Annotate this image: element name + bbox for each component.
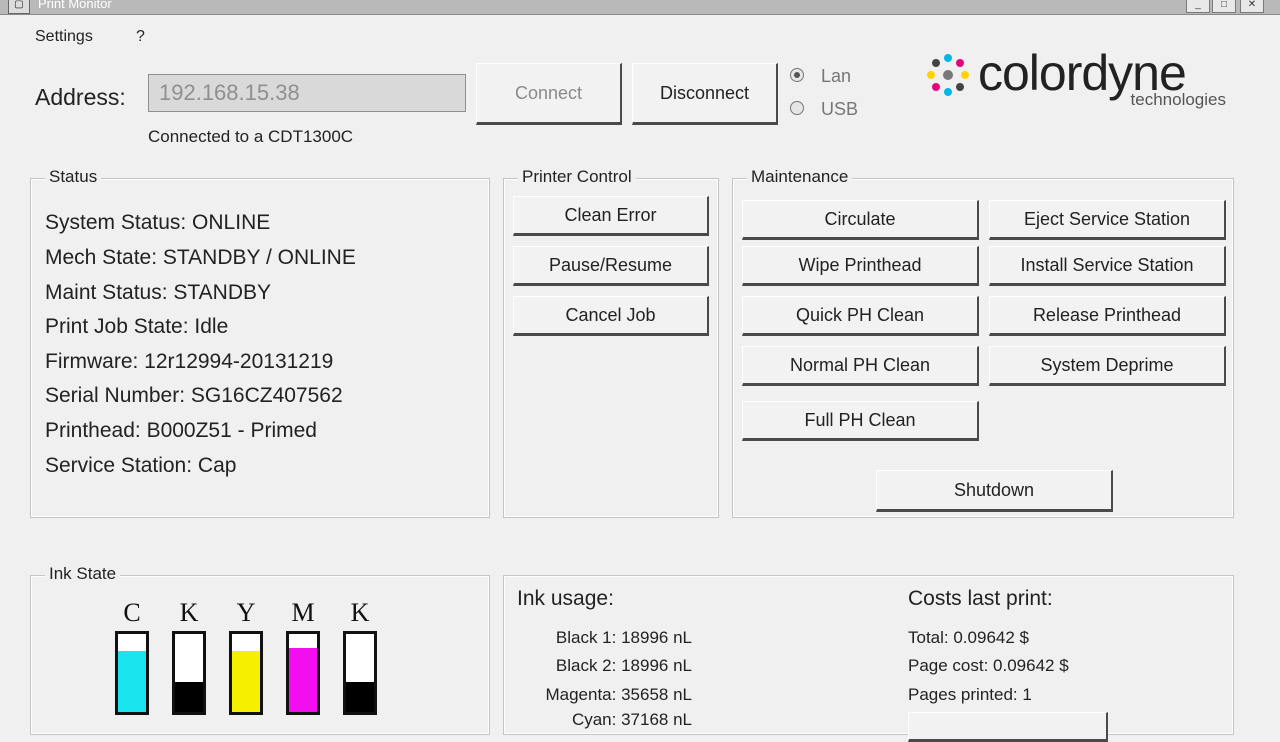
system-status-line: System Status: ONLINE <box>45 211 271 234</box>
eject-service-station-button[interactable]: Eject Service Station <box>989 200 1226 240</box>
firmware-line: Firmware: 12r12994-20131219 <box>45 350 334 373</box>
ink-usage-group: Ink usage: Black 1: 18996 nL Black 2: 18… <box>503 575 1234 742</box>
ink-usage-title: Ink usage: <box>517 587 614 610</box>
ink-level-fill <box>175 682 203 712</box>
connect-button[interactable]: Connect <box>476 63 622 125</box>
address-field[interactable] <box>148 74 466 112</box>
ink-level-tube <box>343 631 377 715</box>
disconnect-button[interactable]: Disconnect <box>632 63 778 125</box>
ink-letter: K <box>350 598 370 627</box>
address-label: Address: <box>35 84 126 110</box>
printhead-line: Printhead: B000Z51 - Primed <box>45 419 317 442</box>
wipe-printhead-button[interactable]: Wipe Printhead <box>742 246 979 286</box>
lan-radio[interactable] <box>790 68 804 82</box>
costs-action-button[interactable] <box>908 712 1108 742</box>
lan-radio-label: Lan <box>821 66 852 86</box>
printer-control-title: Printer Control <box>518 167 636 187</box>
maint-status-line: Maint Status: STANDBY <box>45 281 272 304</box>
maximize-icon[interactable]: □ <box>1212 0 1236 13</box>
ink-state-title: Ink State <box>45 564 121 584</box>
title-bar: ▢ Print Monitor _ □ ✕ <box>0 0 1280 15</box>
connection-status-text: Connected to a CDT1300C <box>148 127 354 146</box>
usb-radio[interactable] <box>790 101 804 115</box>
window-title: Print Monitor <box>38 0 112 11</box>
maintenance-group: Maintenance Circulate Wipe Printhead Qui… <box>732 167 1234 518</box>
ink-usage-magenta: Magenta: 35658 nL <box>545 685 692 704</box>
usb-radio-label: USB <box>821 99 859 119</box>
ink-level-fill <box>118 651 146 712</box>
cost-total: Total: 0.09642 $ <box>908 628 1029 647</box>
logo-subtitle: technologies <box>1130 90 1226 109</box>
ink-state-group: Ink State C K Y M K <box>30 564 490 735</box>
maintenance-title: Maintenance <box>747 167 853 187</box>
pause-resume-button[interactable]: Pause/Resume <box>513 246 709 286</box>
circulate-button[interactable]: Circulate <box>742 200 979 240</box>
cost-page: Page cost: 0.09642 $ <box>908 656 1069 675</box>
status-group-title: Status <box>45 167 102 187</box>
ink-level-fill <box>346 682 374 712</box>
ink-level-tube <box>229 631 263 715</box>
serial-number-line: Serial Number: SG16CZ407562 <box>45 384 343 407</box>
ink-level-tube <box>115 631 149 715</box>
ink-letter: M <box>291 598 315 627</box>
printer-control-group: Printer Control Clean Error Pause/Resume… <box>503 167 719 518</box>
ink-usage-cyan: Cyan: 37168 nL <box>571 710 692 729</box>
clean-error-button[interactable]: Clean Error <box>513 196 709 236</box>
menu-settings[interactable]: Settings <box>35 28 93 46</box>
logo-dots-icon <box>927 54 969 96</box>
normal-ph-clean-button[interactable]: Normal PH Clean <box>742 346 979 386</box>
cancel-job-button[interactable]: Cancel Job <box>513 296 709 336</box>
ink-letter: Y <box>236 598 256 627</box>
shutdown-button[interactable]: Shutdown <box>876 470 1113 512</box>
ink-letter: K <box>179 598 199 627</box>
ink-letter: C <box>123 598 141 627</box>
pages-printed: Pages printed: 1 <box>908 685 1032 704</box>
system-deprime-button[interactable]: System Deprime <box>989 346 1226 386</box>
ink-level-fill <box>232 651 260 712</box>
status-group: Status System Status: ONLINE Mech State:… <box>30 167 490 518</box>
minimize-icon[interactable]: _ <box>1186 0 1210 13</box>
quick-ph-clean-button[interactable]: Quick PH Clean <box>742 296 979 336</box>
ink-level-tube <box>286 631 320 715</box>
install-service-station-button[interactable]: Install Service Station <box>989 246 1226 286</box>
close-icon[interactable]: ✕ <box>1240 0 1264 13</box>
ink-usage-black1: Black 1: 18996 nL <box>555 628 692 647</box>
ink-level-fill <box>289 648 317 712</box>
colordyne-logo: colordyne technologies <box>924 45 1244 112</box>
ink-level-tube <box>172 631 206 715</box>
service-station-line: Service Station: Cap <box>45 454 237 477</box>
full-ph-clean-button[interactable]: Full PH Clean <box>742 401 979 441</box>
ink-usage-black2: Black 2: 18996 nL <box>555 656 692 675</box>
app-icon: ▢ <box>8 0 30 14</box>
costs-title: Costs last print: <box>908 587 1053 610</box>
release-printhead-button[interactable]: Release Printhead <box>989 296 1226 336</box>
print-job-state-line: Print Job State: Idle <box>45 315 229 338</box>
mech-state-line: Mech State: STANDBY / ONLINE <box>45 246 356 269</box>
menu-help[interactable]: ? <box>136 28 145 46</box>
